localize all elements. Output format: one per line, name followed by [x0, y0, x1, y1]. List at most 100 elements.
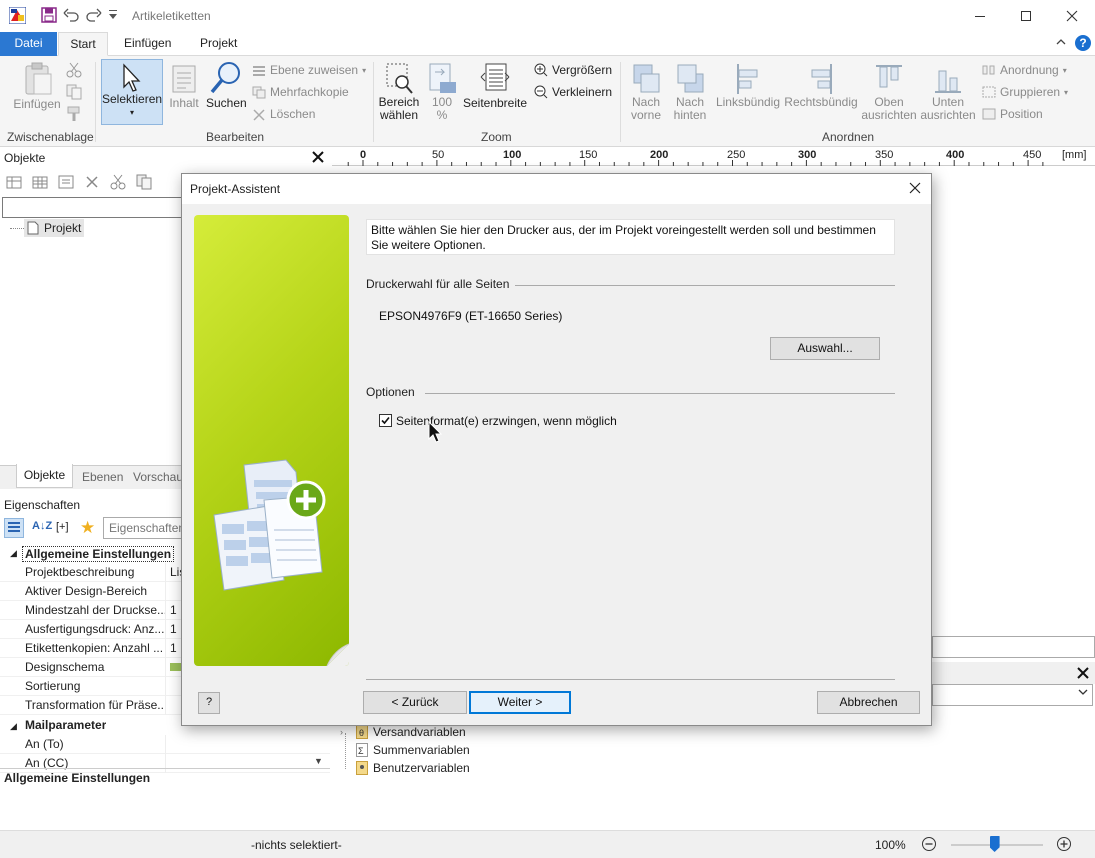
properties-title: Eigenschaften	[4, 498, 81, 512]
suchen-button[interactable]: Suchen	[206, 60, 247, 110]
inhalt-label: Inhalt	[169, 96, 199, 110]
abbrechen-button[interactable]: Abbrechen	[817, 691, 920, 714]
projekt-assistent-dialog: Projekt-Assistent Bitte wählen Sie hier …	[181, 173, 932, 726]
expand-section-icon[interactable]: ◢	[10, 548, 17, 559]
redo-icon[interactable]	[86, 7, 102, 23]
customize-quick-access-icon[interactable]	[109, 10, 117, 20]
table-view-icon[interactable]	[32, 174, 48, 190]
tab-start[interactable]: Start	[58, 32, 108, 56]
selektieren-label: Selektieren	[102, 92, 163, 106]
tree-item-benutzervariablen[interactable]: Benutzervariablen	[356, 761, 470, 775]
seitenbreite-button[interactable]: Seitenbreite	[462, 62, 528, 110]
close-objects-panel-icon[interactable]	[312, 151, 324, 163]
scroll-down-icon[interactable]: ▼	[314, 756, 323, 766]
grid-view-icon[interactable]	[6, 174, 22, 190]
properties-icon[interactable]	[58, 174, 74, 190]
favorites-star-icon[interactable]: ★	[80, 518, 95, 538]
loeschen-button[interactable]: Löschen	[252, 107, 315, 121]
tab-ebenen[interactable]: Ebenen	[82, 470, 123, 484]
zoom-100-label-2: %	[436, 108, 448, 122]
inhalt-button[interactable]: Inhalt	[166, 64, 202, 110]
format-painter-icon[interactable]	[66, 106, 82, 122]
chevron-down-icon[interactable]	[1078, 688, 1088, 696]
property-row[interactable]: An (To)	[0, 735, 330, 754]
minimize-button[interactable]	[957, 0, 1003, 31]
close-window-button[interactable]	[1049, 0, 1095, 31]
zurueck-button[interactable]: < Zurück	[363, 691, 467, 714]
dialog-close-icon[interactable]	[909, 182, 921, 194]
ribbon-separator	[95, 62, 96, 142]
section-mailparameter[interactable]: Mailparameter	[25, 718, 106, 732]
save-icon[interactable]	[41, 7, 57, 23]
cut-icon[interactable]	[110, 174, 126, 190]
undo-icon[interactable]	[63, 7, 79, 23]
loeschen-label: Löschen	[270, 107, 316, 121]
oben-label-2: ausrichten	[861, 108, 917, 122]
force-format-checkbox[interactable]	[379, 414, 392, 427]
objects-toolbar	[6, 174, 152, 190]
unten-ausrichten-button[interactable]: Unten ausrichten	[918, 62, 978, 122]
expand-section-icon[interactable]: ◢	[10, 721, 17, 732]
sort-az-icon[interactable]: A↓Z	[32, 520, 52, 532]
formula-input[interactable]	[932, 636, 1095, 658]
vergroessern-button[interactable]: Vergrößern	[534, 63, 612, 77]
zoom-out-icon[interactable]	[921, 836, 937, 852]
mehrfachkopie-button[interactable]: Mehrfachkopie	[252, 85, 349, 99]
ebene-zuweisen-button[interactable]: Ebene zuweisen ▾	[252, 63, 366, 77]
auswahl-button[interactable]: Auswahl...	[770, 337, 880, 360]
help-icon: ?	[205, 696, 213, 708]
expand-collapse-icon[interactable]: [+]	[56, 521, 69, 533]
close-variables-panel-icon[interactable]	[1077, 667, 1089, 679]
suchen-label: Suchen	[206, 96, 247, 110]
variable-icon: θ	[356, 725, 368, 739]
anordnung-button[interactable]: Anordnung ▾	[982, 63, 1067, 77]
nach-hinten-button[interactable]: Nach hinten	[668, 62, 712, 122]
zoom-in-icon[interactable]	[1056, 836, 1072, 852]
expand-icon[interactable]: ›	[340, 727, 343, 737]
weiter-button[interactable]: Weiter >	[469, 691, 571, 714]
variables-filter-select[interactable]	[932, 684, 1093, 706]
help-icon[interactable]: ?	[1075, 35, 1091, 51]
dialog-titlebar	[182, 174, 931, 204]
tree-item-versandvariablen[interactable]: θ Versandvariablen	[356, 725, 466, 739]
linksbuendig-button[interactable]: Linksbündig	[714, 62, 782, 109]
categorized-view-icon[interactable]	[4, 518, 24, 538]
dialog-help-button[interactable]: ?	[198, 692, 220, 714]
position-button[interactable]: Position	[982, 107, 1043, 121]
dialog-title: Projekt-Assistent	[190, 182, 281, 196]
collapse-ribbon-icon[interactable]	[1056, 38, 1066, 46]
properties-search-input[interactable]: Eigenschaften	[103, 517, 185, 539]
tree-item-projekt[interactable]: Projekt	[24, 219, 85, 237]
copy-icon[interactable]	[66, 84, 82, 100]
tab-projekt[interactable]: Projekt	[188, 32, 249, 56]
oben-ausrichten-button[interactable]: Oben ausrichten	[860, 62, 918, 122]
zoom-slider-thumb[interactable]	[989, 836, 1000, 852]
rechtsbuendig-button[interactable]: Rechtsbündig	[784, 62, 858, 109]
variables-panel-header	[932, 662, 1095, 684]
bereich-label-2: wählen	[379, 108, 419, 122]
variable-label: Benutzervariablen	[373, 761, 470, 775]
property-name: Projektbeschreibung	[25, 565, 135, 579]
tab-datei[interactable]: Datei	[0, 32, 57, 56]
tab-vorschau[interactable]: Vorschau	[133, 470, 183, 484]
divider	[425, 393, 895, 394]
copy-icon[interactable]	[136, 174, 152, 190]
section-allgemeine-einstellungen[interactable]: Allgemeine Einstellungen	[22, 546, 175, 562]
nach-vorne-button[interactable]: Nach vorne	[624, 62, 668, 122]
ruler-label: 400	[946, 149, 965, 161]
document-icon	[27, 221, 39, 235]
zoom-100-button[interactable]: 100 %	[425, 62, 459, 122]
cut-icon[interactable]	[66, 62, 82, 78]
delete-icon[interactable]	[84, 174, 100, 190]
wizard-illustration	[194, 215, 349, 666]
verkleinern-button[interactable]: Verkleinern	[534, 85, 612, 99]
tab-einfuegen[interactable]: Einfügen	[112, 32, 183, 56]
ruler-label: 200	[650, 149, 669, 161]
tab-objekte[interactable]: Objekte	[16, 464, 73, 488]
bereich-waehlen-button[interactable]: Bereich wählen	[377, 62, 421, 122]
maximize-button[interactable]	[1003, 0, 1049, 31]
selektieren-button[interactable]: Selektieren ▾	[101, 59, 163, 125]
tree-item-summenvariablen[interactable]: Σ Summenvariablen	[356, 743, 470, 757]
gruppieren-button[interactable]: Gruppieren ▾	[982, 85, 1068, 99]
paste-button[interactable]: Einfügen	[12, 62, 62, 111]
